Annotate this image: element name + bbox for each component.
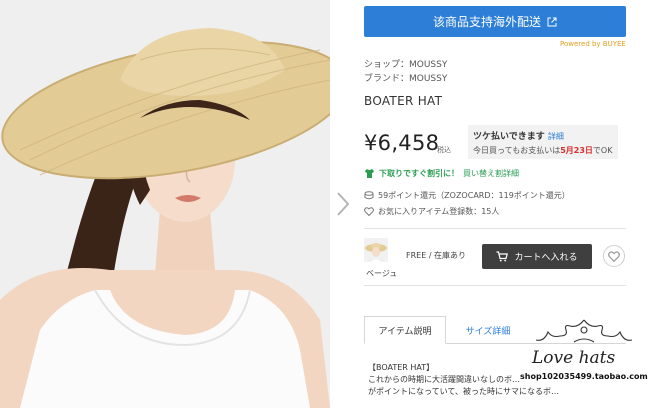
product-name: BOATER HAT bbox=[364, 94, 443, 108]
product-photo bbox=[0, 0, 330, 408]
deferred-payment-title: ツケ払いできます bbox=[473, 132, 545, 142]
powered-by-label: Powered by BUYEE bbox=[560, 40, 626, 48]
shop-line: ショップ：MOUSSY bbox=[364, 60, 448, 70]
add-to-cart-button[interactable]: カートへ入れる bbox=[482, 244, 592, 269]
shop-watermark: Love hats shop102035499.taobao.com bbox=[518, 316, 650, 404]
heart-icon bbox=[608, 250, 620, 262]
deferred-payment-date: 5月23日 bbox=[560, 146, 593, 155]
variant-color-name: ベージュ bbox=[366, 269, 398, 278]
trade-in-text: 下取りですぐ割引に！ bbox=[379, 169, 459, 178]
deferred-payment-detail-link[interactable]: 詳細 bbox=[548, 132, 564, 141]
overseas-shipping-button[interactable]: 该商品支持海外配送 bbox=[364, 6, 626, 37]
variant-thumbnail[interactable] bbox=[364, 238, 388, 262]
description-title: 【BOATER HAT】 bbox=[368, 363, 435, 372]
watermark-title: Love hats bbox=[532, 348, 616, 368]
product-price: ¥6,458 bbox=[364, 131, 440, 155]
deferred-payment-box: ツケ払いできます 詳細 今日買ってもお支払いは5月23日でOK bbox=[468, 125, 618, 159]
favorite-count-text: お気に入りアイテム登録数：15人 bbox=[378, 207, 500, 216]
cart-icon bbox=[496, 251, 509, 262]
deferred-payment-prefix: 今日買ってもお支払いは bbox=[473, 146, 561, 155]
product-meta: ショップ：MOUSSY ブランド：MOUSSY bbox=[364, 58, 447, 86]
brand-line: ブランド：MOUSSY bbox=[364, 74, 448, 84]
add-favorite-button[interactable] bbox=[603, 245, 625, 267]
ornament-icon bbox=[535, 319, 633, 343]
deferred-payment-suffix: でOK bbox=[592, 146, 613, 155]
points-line: 59ポイント還元（ZOZOCARD：119ポイント還元） bbox=[364, 190, 570, 201]
heart-outline-icon bbox=[364, 207, 374, 216]
points-text: 59ポイント還元（ZOZOCARD：119ポイント還元） bbox=[378, 191, 570, 200]
tab-item-description[interactable]: アイテム説明 bbox=[364, 316, 446, 344]
overseas-shipping-label: 该商品支持海外配送 bbox=[432, 15, 541, 29]
trade-in-detail-link[interactable]: 買い替え割詳細 bbox=[463, 168, 519, 179]
watermark-shop-url: shop102035499.taobao.com bbox=[520, 372, 648, 381]
external-link-icon bbox=[547, 17, 557, 26]
next-image-arrow-icon[interactable] bbox=[334, 190, 352, 218]
divider bbox=[364, 285, 626, 286]
coin-stack-icon bbox=[364, 191, 374, 200]
divider bbox=[364, 228, 626, 229]
trade-in-line: 下取りですぐ割引に！ 買い替え割詳細 bbox=[364, 168, 519, 179]
add-to-cart-label: カートへ入れる bbox=[514, 253, 578, 263]
variant-stock: FREE / 在庫あり bbox=[406, 251, 467, 260]
tab-size-detail[interactable]: サイズ詳細 bbox=[452, 316, 524, 344]
tax-label: 税込 bbox=[437, 146, 451, 154]
shirt-icon bbox=[365, 169, 374, 178]
favorite-count-line: お気に入りアイテム登録数：15人 bbox=[364, 206, 499, 217]
